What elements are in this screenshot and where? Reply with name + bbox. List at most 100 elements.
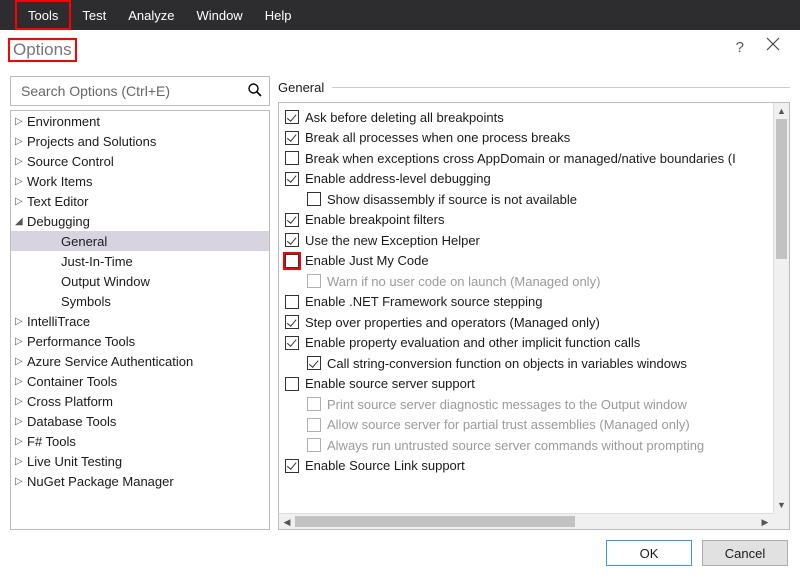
tree-item[interactable]: ▷Environment bbox=[11, 111, 269, 131]
chevron-right-icon: ▷ bbox=[15, 136, 25, 147]
ok-button[interactable]: OK bbox=[606, 540, 692, 566]
chevron-right-icon: ▷ bbox=[15, 336, 25, 347]
checkbox-unchecked-icon[interactable] bbox=[307, 192, 321, 206]
checkbox-unchecked-icon bbox=[307, 274, 321, 288]
tree-item[interactable]: ▷Work Items bbox=[11, 171, 269, 191]
checkbox-unchecked-icon[interactable] bbox=[285, 377, 299, 391]
option-label: Ask before deleting all breakpoints bbox=[305, 110, 504, 125]
menu-item-tools[interactable]: Tools bbox=[15, 0, 71, 30]
checkbox-checked-icon[interactable] bbox=[285, 131, 299, 145]
tree-item-label: Source Control bbox=[27, 154, 114, 169]
tree-item[interactable]: Just-In-Time bbox=[11, 251, 269, 271]
tree-item-label: Azure Service Authentication bbox=[27, 354, 193, 369]
tree-item[interactable]: ▷IntelliTrace bbox=[11, 311, 269, 331]
checkbox-checked-icon[interactable] bbox=[285, 233, 299, 247]
chevron-right-icon: ▷ bbox=[15, 456, 25, 467]
option-row[interactable]: Enable source server support bbox=[285, 374, 773, 395]
scroll-thumb[interactable] bbox=[776, 119, 787, 259]
tree-item[interactable]: ▷Projects and Solutions bbox=[11, 131, 269, 151]
option-label: Enable source server support bbox=[305, 376, 475, 391]
option-row[interactable]: Break all processes when one process bre… bbox=[285, 128, 773, 149]
options-tree[interactable]: ▷Environment▷Projects and Solutions▷Sour… bbox=[10, 110, 270, 530]
tree-item[interactable]: Symbols bbox=[11, 291, 269, 311]
tree-item[interactable]: ▷Text Editor bbox=[11, 191, 269, 211]
search-input[interactable] bbox=[19, 82, 247, 100]
cancel-button[interactable]: Cancel bbox=[702, 540, 788, 566]
scroll-thumb[interactable] bbox=[295, 516, 575, 527]
chevron-right-icon: ▷ bbox=[15, 376, 25, 387]
option-row[interactable]: Enable breakpoint filters bbox=[285, 210, 773, 231]
chevron-right-icon: ▷ bbox=[15, 196, 25, 207]
tree-item[interactable]: ▷Live Unit Testing bbox=[11, 451, 269, 471]
option-label: Always run untrusted source server comma… bbox=[327, 438, 704, 453]
search-input-wrapper bbox=[10, 76, 270, 106]
tree-item-label: Text Editor bbox=[27, 194, 88, 209]
menu-item-window[interactable]: Window bbox=[185, 0, 253, 30]
option-row[interactable]: Break when exceptions cross AppDomain or… bbox=[285, 148, 773, 169]
tree-item[interactable]: Output Window bbox=[11, 271, 269, 291]
menu-item-help[interactable]: Help bbox=[254, 0, 303, 30]
option-label: Break when exceptions cross AppDomain or… bbox=[305, 151, 736, 166]
tree-item[interactable]: ▷Container Tools bbox=[11, 371, 269, 391]
vertical-scrollbar[interactable]: ▲ ▼ bbox=[773, 103, 789, 513]
checkbox-checked-icon[interactable] bbox=[285, 110, 299, 124]
menu-item-test[interactable]: Test bbox=[71, 0, 117, 30]
option-row[interactable]: Enable property evaluation and other imp… bbox=[285, 333, 773, 354]
scroll-right-icon[interactable]: ▶ bbox=[757, 514, 773, 530]
checkbox-checked-icon[interactable] bbox=[285, 172, 299, 186]
option-row[interactable]: Enable Source Link support bbox=[285, 456, 773, 477]
option-row[interactable]: Enable Just My Code bbox=[285, 251, 773, 272]
checkbox-checked-icon[interactable] bbox=[285, 315, 299, 329]
scroll-down-icon[interactable]: ▼ bbox=[774, 497, 789, 513]
option-row[interactable]: Use the new Exception Helper bbox=[285, 230, 773, 251]
checkbox-checked-icon[interactable] bbox=[285, 213, 299, 227]
search-icon[interactable] bbox=[247, 82, 263, 101]
help-icon[interactable]: ? bbox=[736, 39, 744, 56]
checkbox-checked-icon[interactable] bbox=[307, 356, 321, 370]
close-icon[interactable] bbox=[766, 37, 780, 54]
tree-item[interactable]: ◢Debugging bbox=[11, 211, 269, 231]
option-row[interactable]: Call string-conversion function on objec… bbox=[285, 353, 773, 374]
checkbox-unchecked-icon[interactable] bbox=[285, 254, 299, 268]
tree-item-label: NuGet Package Manager bbox=[27, 474, 174, 489]
tree-item-label: Performance Tools bbox=[27, 334, 135, 349]
checkbox-checked-icon[interactable] bbox=[285, 336, 299, 350]
checkbox-unchecked-icon[interactable] bbox=[285, 295, 299, 309]
tree-item[interactable]: ▷Azure Service Authentication bbox=[11, 351, 269, 371]
option-row[interactable]: Enable .NET Framework source stepping bbox=[285, 292, 773, 313]
checkbox-checked-icon[interactable] bbox=[285, 459, 299, 473]
option-label: Enable Just My Code bbox=[305, 253, 429, 268]
tree-item-label: Cross Platform bbox=[27, 394, 113, 409]
tree-item[interactable]: ▷Source Control bbox=[11, 151, 269, 171]
tree-item[interactable]: ▷Cross Platform bbox=[11, 391, 269, 411]
tree-item[interactable]: ▷NuGet Package Manager bbox=[11, 471, 269, 491]
option-label: Use the new Exception Helper bbox=[305, 233, 480, 248]
tree-item[interactable]: General bbox=[11, 231, 269, 251]
option-label: Enable property evaluation and other imp… bbox=[305, 335, 640, 350]
checkbox-unchecked-icon bbox=[307, 438, 321, 452]
option-label: Enable address-level debugging bbox=[305, 171, 491, 186]
chevron-right-icon: ▷ bbox=[15, 396, 25, 407]
option-row: Warn if no user code on launch (Managed … bbox=[285, 271, 773, 292]
tree-item[interactable]: ▷F# Tools bbox=[11, 431, 269, 451]
option-row: Print source server diagnostic messages … bbox=[285, 394, 773, 415]
dialog-footer: OK Cancel bbox=[0, 530, 800, 576]
chevron-right-icon: ▷ bbox=[15, 416, 25, 427]
option-row[interactable]: Show disassembly if source is not availa… bbox=[285, 189, 773, 210]
tree-item-label: Debugging bbox=[27, 214, 90, 229]
menu-item-analyze[interactable]: Analyze bbox=[117, 0, 185, 30]
option-row[interactable]: Step over properties and operators (Mana… bbox=[285, 312, 773, 333]
tree-item[interactable]: ▷Performance Tools bbox=[11, 331, 269, 351]
option-row[interactable]: Ask before deleting all breakpoints bbox=[285, 107, 773, 128]
checkbox-unchecked-icon[interactable] bbox=[285, 151, 299, 165]
scroll-up-icon[interactable]: ▲ bbox=[774, 103, 789, 119]
horizontal-scrollbar[interactable]: ◀ ▶ bbox=[279, 513, 773, 529]
scroll-left-icon[interactable]: ◀ bbox=[279, 514, 295, 530]
option-row[interactable]: Enable address-level debugging bbox=[285, 169, 773, 190]
tree-item[interactable]: ▷Database Tools bbox=[11, 411, 269, 431]
option-label: Enable .NET Framework source stepping bbox=[305, 294, 542, 309]
tree-item-label: Output Window bbox=[61, 274, 150, 289]
section-header: General bbox=[278, 76, 790, 98]
option-label: Call string-conversion function on objec… bbox=[327, 356, 687, 371]
dialog-titlebar: Options ? bbox=[0, 30, 800, 70]
